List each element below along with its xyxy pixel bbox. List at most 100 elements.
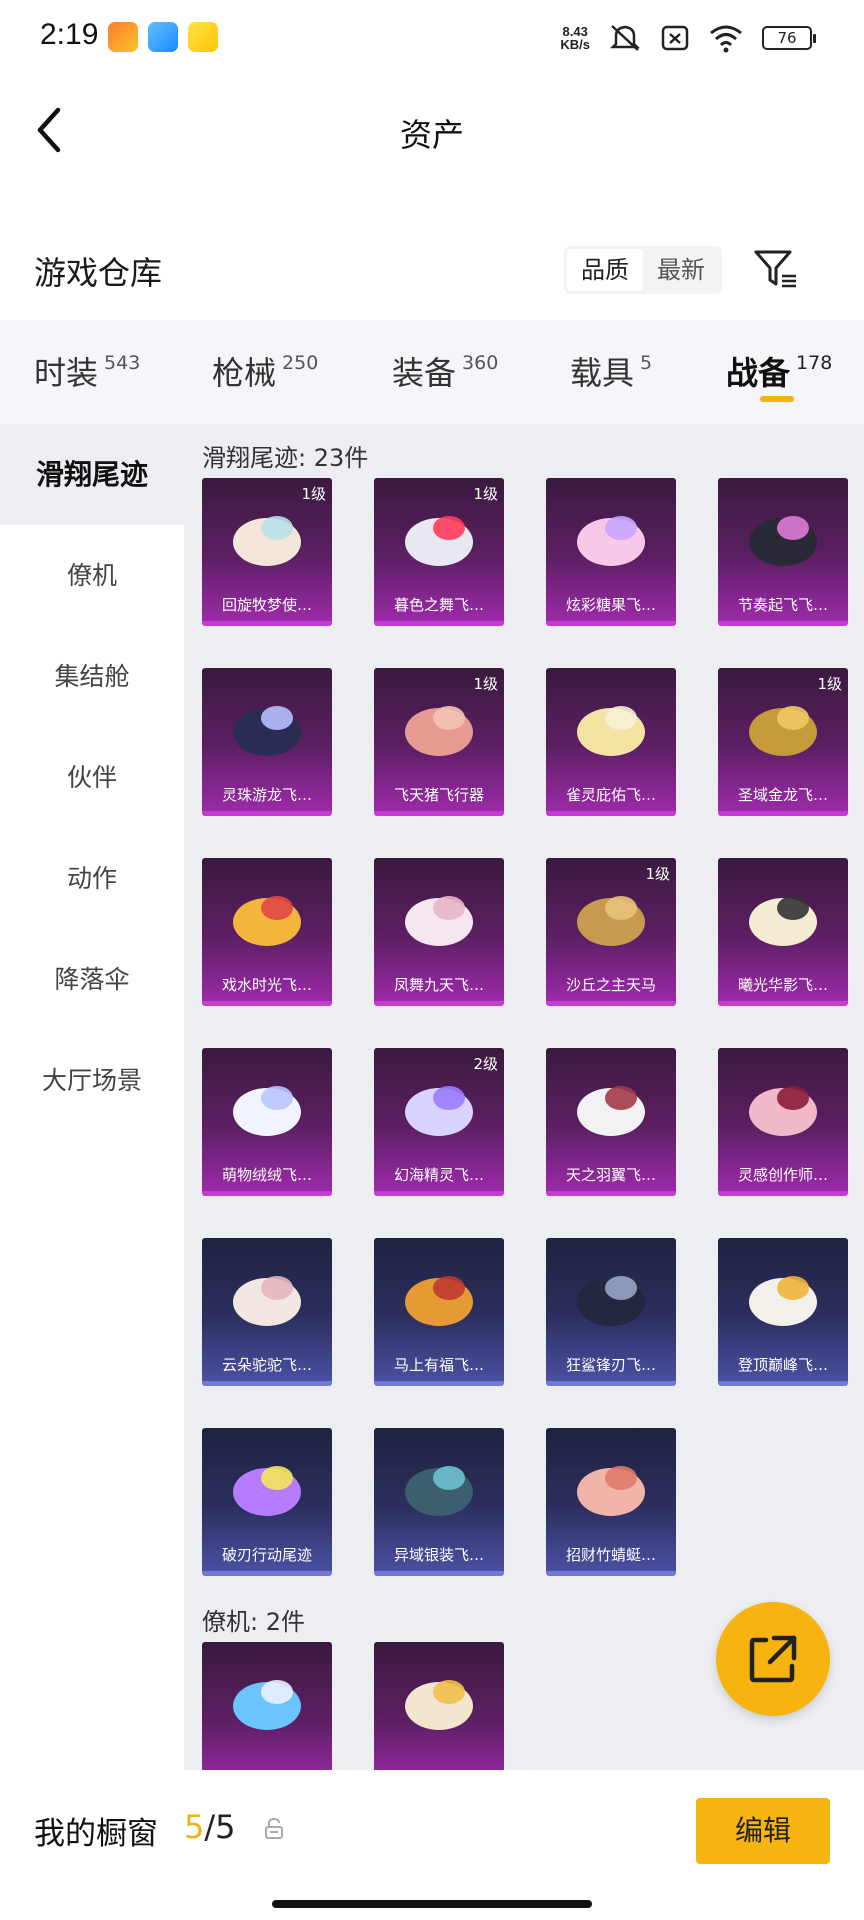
sidebar-item-wingman[interactable]: 僚机: [0, 525, 184, 626]
showcase-count: 5/5: [184, 1808, 236, 1846]
item-name: 灵珠游龙飞…: [221, 786, 312, 804]
item-name: 雀灵庇佑飞…: [565, 786, 656, 804]
silver-wing-icon: [405, 1466, 473, 1516]
item-level-badge: 1级: [301, 485, 326, 503]
sort-by-quality-button[interactable]: 品质: [567, 249, 643, 291]
item-name: 幻海精灵飞…: [393, 1166, 484, 1184]
item-card[interactable]: 招财竹蜻蜓…: [546, 1428, 676, 1576]
item-level-badge: 1级: [817, 675, 842, 693]
sim-off-icon: [661, 25, 689, 51]
item-card[interactable]: 异域银装飞…: [374, 1428, 504, 1576]
item-card[interactable]: 灵感创作师…: [718, 1048, 848, 1196]
tab-firearms[interactable]: 枪械 250: [212, 348, 318, 394]
sort-by-newest-button[interactable]: 最新: [643, 249, 719, 291]
sidebar-item-glide-trail[interactable]: 滑翔尾迹: [0, 424, 184, 525]
message-app-icon: [148, 22, 178, 52]
item-name: 飞天猪飞行器: [393, 786, 484, 804]
sort-toggle: 品质 最新: [564, 246, 722, 294]
item-name: 马上有福飞…: [393, 1356, 484, 1374]
item-card[interactable]: 登顶巅峰飞…: [718, 1238, 848, 1386]
item-card[interactable]: 云朵驼驼飞…: [202, 1238, 332, 1386]
item-level-badge: 2级: [473, 1055, 498, 1073]
item-card[interactable]: 1级回旋牧梦使…: [202, 478, 332, 626]
battery-icon: 76: [762, 26, 816, 50]
jellyfish-icon: [405, 1086, 473, 1136]
item-name: 曦光华影飞…: [737, 976, 828, 994]
edit-showcase-button[interactable]: 编辑: [696, 1798, 830, 1864]
sidebar-item-assembly-pod[interactable]: 集结舱: [0, 626, 184, 727]
lucky-horse-icon: [405, 1276, 473, 1326]
sidebar-item-emote[interactable]: 动作: [0, 828, 184, 929]
share-icon: [749, 1635, 797, 1683]
item-card[interactable]: 1级沙丘之主天马: [546, 858, 676, 1006]
item-name: 云朵驼驼飞…: [221, 1356, 312, 1374]
tab-fashion[interactable]: 时装 543: [34, 348, 140, 394]
item-name: 破刃行动尾迹: [221, 1546, 312, 1564]
group-label: 滑翔尾迹: 23件: [202, 444, 369, 472]
item-card[interactable]: [202, 1642, 332, 1770]
item-level-badge: 1级: [645, 865, 670, 883]
item-name: 沙丘之主天马: [565, 976, 656, 994]
wifi-icon: [710, 25, 742, 53]
share-button[interactable]: [716, 1602, 830, 1716]
trail-smoke-icon: [233, 1466, 301, 1516]
video-app-icon: [188, 22, 218, 52]
sidebar-item-lobby-scene[interactable]: 大厅场景: [0, 1030, 184, 1131]
item-name: 节奏起飞飞…: [737, 596, 828, 614]
golden-dragon-icon: [749, 706, 817, 756]
item-name: 凤舞九天飞…: [393, 976, 484, 994]
filter-icon[interactable]: [752, 246, 798, 292]
item-card[interactable]: 雀灵庇佑飞…: [546, 668, 676, 816]
item-grid: 滑翔尾迹: 23件 1级 回旋牧梦使… 1级 暮色之舞飞… 炫彩糖果飞… 节奏起飞飞… 灵珠游…: [184, 424, 864, 1770]
dusk-dance-icon: [405, 516, 473, 566]
cat-pod-icon: [749, 516, 817, 566]
item-card[interactable]: 萌物绒绒飞…: [202, 1048, 332, 1196]
item-card[interactable]: 炫彩糖果飞…: [546, 478, 676, 626]
item-name: 灵感创作师…: [737, 1166, 828, 1184]
tab-equipment[interactable]: 装备 360: [392, 348, 498, 394]
item-card[interactable]: 节奏起飞飞…: [718, 478, 848, 626]
item-card[interactable]: 1级 圣域金龙飞…: [718, 668, 848, 816]
sidebar-item-companion[interactable]: 伙伴: [0, 727, 184, 828]
item-name: 狂鲨锋刃飞…: [565, 1356, 656, 1374]
item-card[interactable]: 狂鲨锋刃飞…: [546, 1238, 676, 1386]
item-card[interactable]: 1级暮色之舞飞…: [374, 478, 504, 626]
bunny-icon: [233, 1086, 301, 1136]
item-card[interactable]: 马上有福飞…: [374, 1238, 504, 1386]
item-name: 暮色之舞飞…: [393, 596, 484, 614]
item-name: 回旋牧梦使…: [221, 596, 312, 614]
item-name: 登顶巅峰飞…: [737, 1356, 828, 1374]
feather-wing-icon: [577, 1086, 645, 1136]
item-card[interactable]: 灵珠游龙飞…: [202, 668, 332, 816]
item-card[interactable]: 凤舞九天飞…: [374, 858, 504, 1006]
item-card[interactable]: 2级幻海精灵飞…: [374, 1048, 504, 1196]
page-title: 资产: [399, 116, 464, 154]
item-card[interactable]: 戏水时光飞…: [202, 858, 332, 1006]
item-card[interactable]: [374, 1642, 504, 1770]
status-time: 2:19: [40, 18, 99, 51]
top-app-bar: 资产: [0, 80, 864, 180]
item-level-badge: 1级: [473, 675, 498, 693]
showcase-label: 我的橱窗: [34, 1816, 158, 1852]
golden-bird-icon: [577, 706, 645, 756]
item-name: 萌物绒绒飞…: [221, 1166, 312, 1184]
phoenix-icon: [405, 896, 473, 946]
sub-category-sidebar: 滑翔尾迹 僚机 集结舱 伙伴 动作 降落伞 大厅场景: [0, 424, 184, 1770]
light-flower-icon: [749, 896, 817, 946]
item-card[interactable]: 破刃行动尾迹: [202, 1428, 332, 1576]
game-app-icon: [108, 22, 138, 52]
dragon-glider-icon: [233, 706, 301, 756]
tab-vehicles[interactable]: 载具 5: [570, 348, 652, 394]
item-name: 天之羽翼飞…: [565, 1166, 656, 1184]
flying-pig-icon: [405, 706, 473, 756]
item-level-badge: 1级: [473, 485, 498, 503]
category-tabs: 时装 543 枪械 250 装备 360 载具 5 战备 178: [0, 320, 864, 424]
item-card[interactable]: 1级飞天猪飞行器: [374, 668, 504, 816]
item-card[interactable]: 曦光华影飞…: [718, 858, 848, 1006]
shark-icon: [577, 1276, 645, 1326]
item-card[interactable]: 天之羽翼飞…: [546, 1048, 676, 1196]
tab-battle-gear[interactable]: 战备 178: [726, 348, 832, 394]
jet-glider-icon: [749, 1276, 817, 1326]
sidebar-item-parachute[interactable]: 降落伞: [0, 929, 184, 1030]
blue-monster-icon: [233, 1680, 301, 1730]
